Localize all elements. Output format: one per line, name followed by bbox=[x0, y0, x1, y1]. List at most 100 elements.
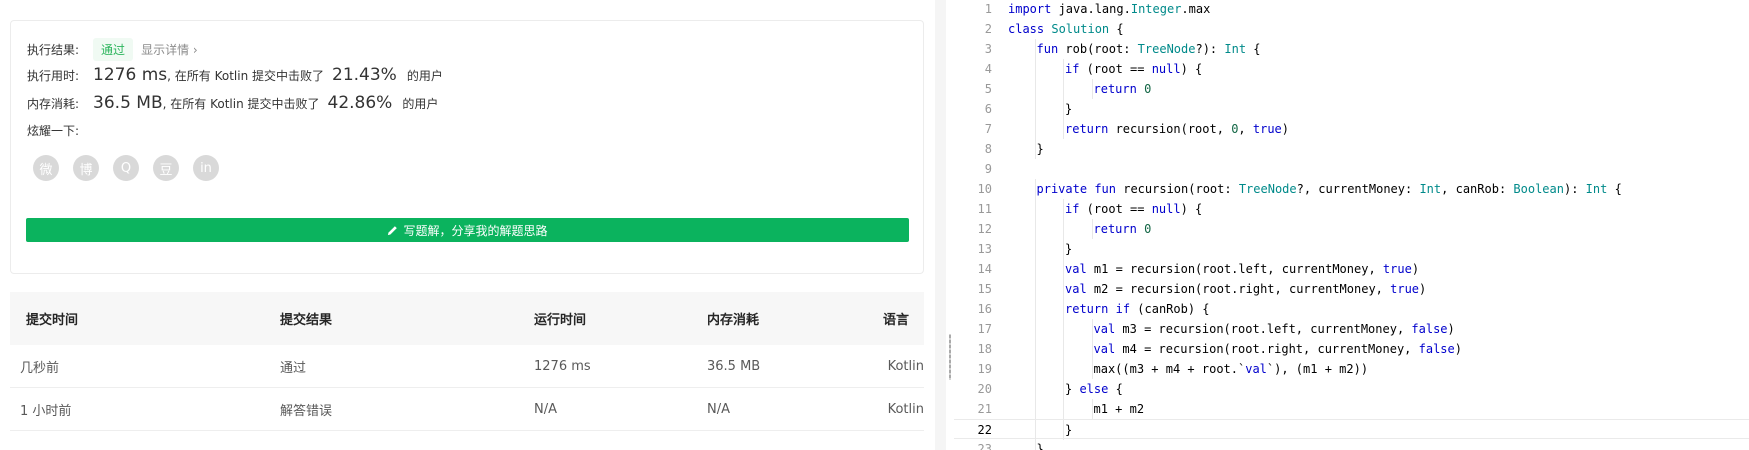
code-token: { bbox=[1109, 22, 1124, 36]
code-token: } bbox=[1065, 242, 1073, 256]
code-token: return bbox=[1065, 122, 1109, 136]
indent-guide bbox=[1034, 439, 1036, 450]
table-row[interactable]: 几秒前 通过 1276 ms 36.5 MB Kotlin bbox=[10, 345, 924, 388]
code-line[interactable]: 4 if (root == null) { bbox=[954, 59, 1749, 79]
share-icons: 微 博 Q 豆 in bbox=[33, 155, 219, 181]
code-token: ) bbox=[1447, 322, 1455, 336]
code-token: val bbox=[1065, 262, 1087, 276]
code-line[interactable]: 5 return 0 bbox=[954, 79, 1749, 99]
code-token: if bbox=[1115, 302, 1131, 316]
code-token: , canRob: bbox=[1441, 182, 1514, 196]
line-number: 20 bbox=[977, 382, 992, 396]
line-number: 21 bbox=[977, 402, 992, 416]
douban-icon[interactable]: 豆 bbox=[153, 155, 179, 181]
code-line[interactable]: 23} bbox=[954, 439, 1749, 450]
linkedin-icon[interactable]: in bbox=[193, 155, 219, 181]
code-line[interactable]: 10 private fun recursion(root: TreeNode?,… bbox=[954, 179, 1749, 199]
code-line[interactable]: 14 val m1 = recursion(root.left, currentM… bbox=[954, 259, 1749, 279]
panel-splitter[interactable] bbox=[935, 0, 946, 450]
code-text: return 0 bbox=[1094, 79, 1152, 99]
code-token: 0 bbox=[1144, 222, 1152, 236]
code-line[interactable]: 9 bbox=[954, 159, 1749, 179]
line-number: 10 bbox=[977, 182, 992, 196]
code-text: class Solution { bbox=[1008, 19, 1124, 39]
submit-status[interactable]: 解答错误 bbox=[280, 387, 534, 431]
memory-row: 内存消耗: 36.5 MB , 在所有 Kotlin 提交中击败了 42.86%… bbox=[27, 93, 438, 113]
indent-guide bbox=[1034, 59, 1036, 79]
line-number: 7 bbox=[984, 122, 992, 136]
code-text: val m3 = recursion(root.left, currentMon… bbox=[1094, 319, 1455, 339]
code-line[interactable]: 7 return recursion(root, 0, true) bbox=[954, 119, 1749, 139]
code-token: private bbox=[1036, 182, 1088, 196]
code-line[interactable]: 16 return if (canRob) { bbox=[954, 299, 1749, 319]
code-token: `), (m1 + m2)) bbox=[1266, 362, 1369, 376]
wechat-icon[interactable]: 微 bbox=[33, 155, 59, 181]
code-editor[interactable]: 1 import java.lang.Integer.max 2 class Solu… bbox=[954, 0, 1749, 450]
indent-guide bbox=[1034, 99, 1036, 119]
code-token: class bbox=[1008, 22, 1045, 36]
code-token: { bbox=[1108, 382, 1123, 396]
runtime-value: 1276 ms bbox=[93, 65, 168, 85]
code-line[interactable]: 12 return 0 bbox=[954, 219, 1749, 239]
indent-guide bbox=[1063, 339, 1064, 359]
code-token: return bbox=[1093, 82, 1137, 96]
weibo-icon[interactable]: 博 bbox=[73, 155, 99, 181]
code-token: recursion(root: bbox=[1116, 182, 1239, 196]
code-token: ) bbox=[1281, 122, 1290, 136]
code-token: } bbox=[1065, 423, 1073, 437]
code-text: } bbox=[1065, 420, 1072, 440]
submit-memory: N/A bbox=[707, 387, 862, 431]
code-token: ?, currentMoney: bbox=[1296, 182, 1420, 196]
col-memory[interactable]: 内存消耗 bbox=[707, 292, 862, 345]
col-runtime[interactable]: 运行时间 bbox=[534, 292, 707, 345]
col-language[interactable]: 语言 bbox=[862, 292, 924, 345]
code-token: true bbox=[1252, 122, 1282, 136]
code-token: } bbox=[1065, 382, 1080, 396]
indent-guide bbox=[1034, 139, 1036, 159]
code-line[interactable]: 13} bbox=[954, 239, 1749, 259]
code-token: ): bbox=[1563, 182, 1586, 196]
code-line[interactable]: 21 m1 + m2 bbox=[954, 399, 1749, 419]
splitter-grip-icon[interactable] bbox=[949, 334, 951, 380]
submit-status[interactable]: 通过 bbox=[280, 345, 534, 388]
code-token: fun bbox=[1036, 42, 1059, 56]
code-line[interactable]: 3 fun rob(root: TreeNode?): Int { bbox=[954, 39, 1749, 59]
line-number: 13 bbox=[977, 242, 992, 256]
code-text: return recursion(root, 0, true) bbox=[1065, 119, 1289, 139]
code-token: if bbox=[1065, 202, 1080, 216]
code-line[interactable]: 15 val m2 = recursion(root.right, current… bbox=[954, 279, 1749, 299]
line-number: 14 bbox=[977, 262, 992, 276]
qq-icon[interactable]: Q bbox=[113, 155, 139, 181]
submit-time: 几秒前 bbox=[10, 345, 280, 388]
submit-runtime: N/A bbox=[534, 387, 707, 431]
code-token: ) { bbox=[1180, 202, 1203, 216]
runtime-label: 执行用时: bbox=[27, 69, 80, 83]
pencil-icon bbox=[388, 225, 398, 235]
code-line[interactable]: 2 class Solution { bbox=[954, 19, 1749, 39]
table-row[interactable]: 1 小时前 解答错误 N/A N/A Kotlin bbox=[10, 387, 924, 431]
code-text: } else { bbox=[1065, 379, 1123, 399]
indent-guide bbox=[1091, 219, 1093, 239]
code-token: recursion(root, bbox=[1108, 122, 1232, 136]
code-line[interactable]: 8} bbox=[954, 139, 1749, 159]
code-line[interactable]: 18 val m4 = recursion(root.right, current… bbox=[954, 339, 1749, 359]
code-line[interactable]: 11 if (root == null) { bbox=[954, 199, 1749, 219]
indent-guide bbox=[1034, 299, 1036, 319]
code-text: fun rob(root: TreeNode?): Int { bbox=[1037, 39, 1261, 59]
indent-guide bbox=[1034, 219, 1036, 239]
code-line[interactable]: 20 } else { bbox=[954, 379, 1749, 399]
result-row: 执行结果: 通过 显示详情 › bbox=[27, 38, 198, 61]
col-submit-time[interactable]: 提交时间 bbox=[10, 292, 280, 345]
code-line[interactable]: 1 import java.lang.Integer.max bbox=[954, 0, 1749, 19]
write-solution-button[interactable]: 写题解，分享我的解题思路 bbox=[26, 218, 909, 242]
code-line[interactable]: 6} bbox=[954, 99, 1749, 119]
show-details-link[interactable]: 显示详情 › bbox=[141, 41, 198, 58]
code-token: return bbox=[1093, 222, 1137, 236]
code-line[interactable]: 22} bbox=[954, 419, 1749, 440]
code-line[interactable]: 17 val m3 = recursion(root.left, currentM… bbox=[954, 319, 1749, 339]
col-submit-result[interactable]: 提交结果 bbox=[280, 292, 534, 345]
indent-guide bbox=[1063, 99, 1064, 119]
code-line[interactable]: 19 max((m3 + m4 + root.`val`), (m1 + m2)) bbox=[954, 359, 1749, 379]
code-token: ) bbox=[1454, 342, 1462, 356]
indent-guide bbox=[1063, 119, 1064, 139]
